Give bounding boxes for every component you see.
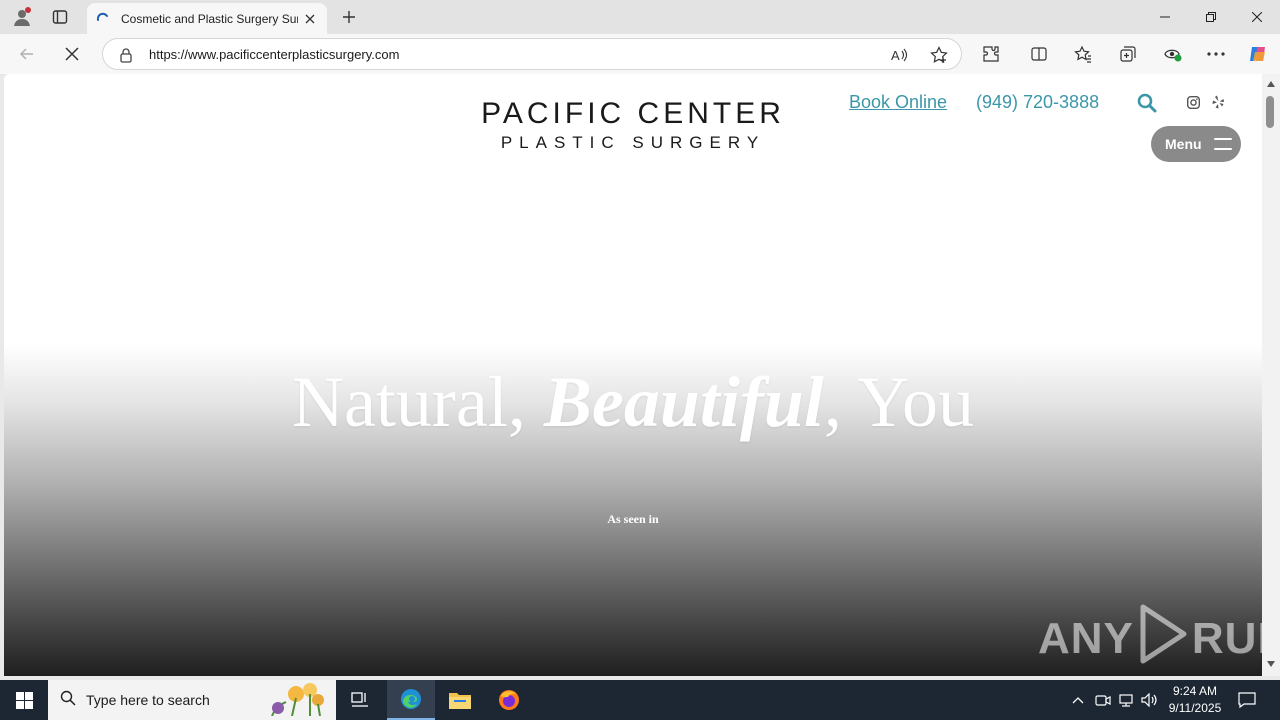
browser-essentials-icon[interactable] (1157, 40, 1187, 68)
more-options-icon[interactable] (1201, 40, 1231, 68)
copilot-icon[interactable] (1243, 40, 1273, 68)
network-icon[interactable] (1116, 690, 1136, 710)
show-hidden-icons-icon[interactable] (1068, 690, 1088, 710)
clock-time: 9:24 AM (1172, 684, 1218, 698)
headline-part-1: Natural, (291, 362, 544, 442)
taskbar-search-placeholder: Type here to search (86, 692, 210, 708)
headline-emphasis: Beautiful (543, 362, 824, 442)
scroll-down-icon[interactable] (1264, 658, 1278, 670)
favorites-icon[interactable] (1068, 40, 1098, 68)
stop-loading-button[interactable] (57, 40, 87, 68)
windows-taskbar: Type here to search 9:24 AM 9/11/2025 (0, 680, 1280, 720)
book-online-link[interactable]: Book Online (849, 92, 947, 113)
menu-button[interactable]: Menu (1151, 126, 1241, 162)
loading-icon (95, 11, 111, 27)
collections-icon[interactable] (1113, 40, 1143, 68)
site-logo[interactable]: PACIFIC CENTER PLASTIC SURGERY (468, 98, 798, 154)
split-screen-icon[interactable] (1024, 40, 1054, 68)
star-icon[interactable] (929, 45, 949, 65)
firefox-icon[interactable] (485, 680, 533, 720)
tab-active[interactable]: Cosmetic and Plastic Surgery Surgeon (87, 3, 327, 34)
flowers-icon (262, 680, 330, 720)
instagram-icon[interactable] (1185, 94, 1201, 110)
extensions-icon[interactable] (976, 40, 1006, 68)
edge-taskbar-icon[interactable] (387, 680, 435, 720)
browser-title-bar: Cosmetic and Plastic Surgery Surgeon (0, 0, 1280, 34)
anyrun-watermark: ANY RUN (1038, 604, 1262, 672)
clock-date: 9/11/2025 (1168, 701, 1222, 715)
yelp-icon[interactable] (1210, 94, 1226, 110)
play-icon (1138, 603, 1188, 676)
logo-line-1: PACIFIC CENTER (481, 97, 785, 130)
logo-line-2: PLASTIC SURGERY (500, 133, 766, 152)
back-button[interactable] (12, 40, 42, 68)
new-tab-button[interactable] (336, 5, 362, 29)
browser-toolbar: https://www.pacificcenterplasticsurgery.… (0, 34, 1280, 74)
menu-label: Menu (1165, 136, 1202, 152)
scroll-thumb[interactable] (1266, 96, 1274, 128)
watermark-right: RUN (1191, 614, 1262, 663)
notifications-icon[interactable] (1236, 690, 1258, 710)
taskbar-search-box[interactable]: Type here to search (48, 680, 336, 720)
site-info-icon[interactable] (117, 46, 135, 64)
volume-icon[interactable] (1140, 690, 1160, 710)
read-aloud-icon[interactable]: A (889, 45, 909, 65)
address-bar[interactable]: https://www.pacificcenterplasticsurgery.… (102, 38, 962, 70)
address-url[interactable]: https://www.pacificcenterplasticsurgery.… (149, 47, 399, 62)
search-icon[interactable] (1136, 92, 1158, 114)
tab-title: Cosmetic and Plastic Surgery Surgeon (121, 11, 298, 26)
file-explorer-icon[interactable] (436, 680, 484, 720)
hero-headline: Natural, Beautiful, You (4, 360, 1262, 444)
hero-section: PACIFIC CENTER PLASTIC SURGERY Book Onli… (4, 74, 1262, 676)
watermark-left: ANY (1038, 614, 1134, 663)
system-clock[interactable]: 9:24 AM 9/11/2025 (1160, 683, 1230, 717)
minimize-button[interactable] (1142, 0, 1188, 34)
as-seen-in-label: As seen in (607, 512, 659, 526)
hamburger-icon (1213, 138, 1232, 150)
profile-icon[interactable] (8, 4, 36, 30)
close-icon[interactable] (302, 10, 319, 28)
page-scrollbar[interactable] (1262, 74, 1280, 676)
meet-now-icon[interactable] (1093, 690, 1113, 710)
close-window-button[interactable] (1234, 0, 1280, 34)
scroll-up-icon[interactable] (1264, 78, 1278, 90)
task-view-icon[interactable] (336, 680, 384, 720)
restore-button[interactable] (1188, 0, 1234, 34)
page-viewport: PACIFIC CENTER PLASTIC SURGERY Book Onli… (4, 74, 1262, 676)
phone-link[interactable]: (949) 720-3888 (976, 92, 1099, 113)
svg-text:A: A (891, 48, 900, 63)
tab-actions-icon[interactable] (46, 4, 74, 30)
search-icon (60, 690, 76, 711)
headline-part-2: , You (823, 362, 975, 442)
windows-start-icon[interactable] (0, 680, 48, 720)
